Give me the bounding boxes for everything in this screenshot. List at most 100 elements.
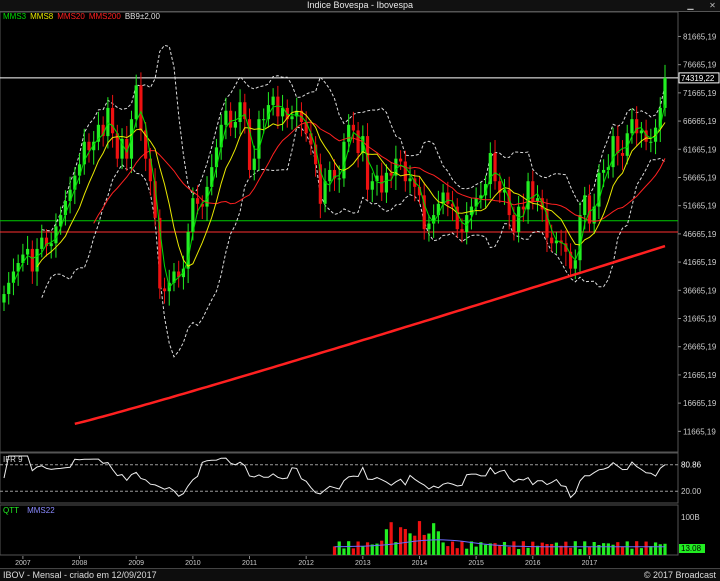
volume-bar [616, 542, 620, 555]
volume-bar [554, 542, 559, 555]
candle-body [380, 175, 384, 193]
volume-bar [384, 529, 389, 555]
candle-body [323, 181, 327, 204]
candle-body [271, 96, 275, 106]
x-tick-label: 2009 [128, 560, 144, 567]
x-tick-label: 2010 [185, 560, 201, 567]
volume-bar [512, 541, 516, 555]
candle-body [370, 181, 374, 190]
x-tick-label: 2016 [525, 560, 541, 567]
candle-body [587, 195, 592, 224]
volume-bar [658, 544, 662, 555]
volume-label: QTT [3, 506, 19, 515]
candle-body [233, 122, 237, 128]
volume-bar [460, 541, 464, 555]
mms20-line [93, 121, 666, 224]
ifr-value-label: 80.86 [681, 460, 702, 469]
candle-body [493, 153, 497, 182]
candle-body [110, 107, 115, 134]
candle-body [257, 119, 261, 159]
volume-legend: QTT MMS22 [3, 506, 55, 515]
volume-bar [602, 543, 606, 555]
candle-body [49, 243, 53, 247]
candle-body [602, 169, 606, 173]
candle-body [290, 116, 294, 120]
candle-body [229, 110, 233, 128]
candle-body [2, 294, 6, 303]
volume-bar [625, 541, 629, 555]
volume-bar [422, 534, 426, 555]
y-tick-label: 26665,19 [683, 343, 717, 352]
candle-body [195, 198, 200, 204]
volume-bar [365, 542, 370, 555]
y-tick-label: 51665,19 [683, 202, 717, 211]
candle-body [526, 181, 530, 210]
candle-body [337, 178, 341, 180]
candle-body [403, 161, 407, 182]
y-tick-label: 56665,19 [683, 173, 717, 182]
candle-body [446, 192, 450, 204]
volume-bar [564, 541, 568, 555]
candle-body [365, 136, 370, 190]
candle-body [550, 237, 554, 244]
candle-body [639, 130, 643, 134]
volume-bar [507, 546, 511, 555]
y-tick-label: 11665,19 [683, 427, 716, 436]
volume-bar [441, 542, 445, 555]
price-chart[interactable]: 81665,19 76665,19 71665,19 66665,19 61665,19… [0, 0, 720, 568]
candle-body [139, 85, 143, 131]
volume-bar [380, 540, 384, 555]
status-footer: IBOV - Mensal - criado em 12/09/2017 © 2… [0, 568, 720, 581]
volume-bar [347, 541, 351, 555]
bollinger-lower [41, 126, 666, 358]
volume-bar [427, 533, 431, 555]
candle-body [106, 107, 110, 137]
volume-bar [526, 547, 530, 555]
volume-bar [483, 544, 488, 555]
volume-bar [417, 521, 422, 555]
x-tick-label: 2014 [412, 560, 428, 567]
volume-bar [351, 548, 355, 555]
volume-bar [399, 527, 403, 555]
candle-body [384, 172, 389, 193]
volume-bar [332, 546, 337, 555]
x-tick-label: 2008 [72, 560, 88, 567]
volume-bar [663, 543, 667, 555]
candle-body [441, 192, 445, 204]
volume-value-label: 13.08 [681, 544, 702, 553]
volume-avg-label: MMS22 [27, 506, 55, 515]
volume-bar [635, 541, 639, 555]
volume-bar [583, 541, 587, 555]
y-tick-label: 16665,19 [683, 399, 717, 408]
candle-body [573, 260, 577, 269]
y-tick-label: 61665,19 [683, 145, 717, 154]
x-tick-label: 2007 [15, 560, 31, 567]
ifr-label: IFR 9 [3, 455, 23, 464]
volume-bar [535, 545, 540, 555]
candle-body [309, 133, 313, 145]
volume-bar [432, 523, 436, 555]
candle-body [162, 288, 167, 292]
x-tick-label: 2015 [468, 560, 484, 567]
y-tick-label: 76665,19 [683, 61, 717, 70]
candle-body [460, 229, 464, 232]
y-tick-label: 31665,19 [683, 315, 717, 324]
candle-body [328, 169, 332, 182]
candle-body [30, 248, 34, 272]
candle-body [399, 158, 403, 162]
ifr-pane [0, 452, 679, 504]
x-tick-label: 2012 [298, 560, 314, 567]
volume-bar [540, 542, 544, 555]
volume-bar [517, 549, 521, 555]
volume-bar [342, 548, 346, 555]
candle-body [663, 77, 667, 108]
volume-bar [606, 543, 610, 555]
volume-bar [450, 541, 455, 555]
candle-body [389, 172, 393, 176]
mms200-line [74, 244, 666, 426]
volume-bar [356, 541, 360, 555]
x-tick-label: 2017 [582, 560, 598, 567]
candle-body [649, 141, 653, 143]
candle-body [427, 223, 431, 230]
candle-body [583, 195, 587, 216]
